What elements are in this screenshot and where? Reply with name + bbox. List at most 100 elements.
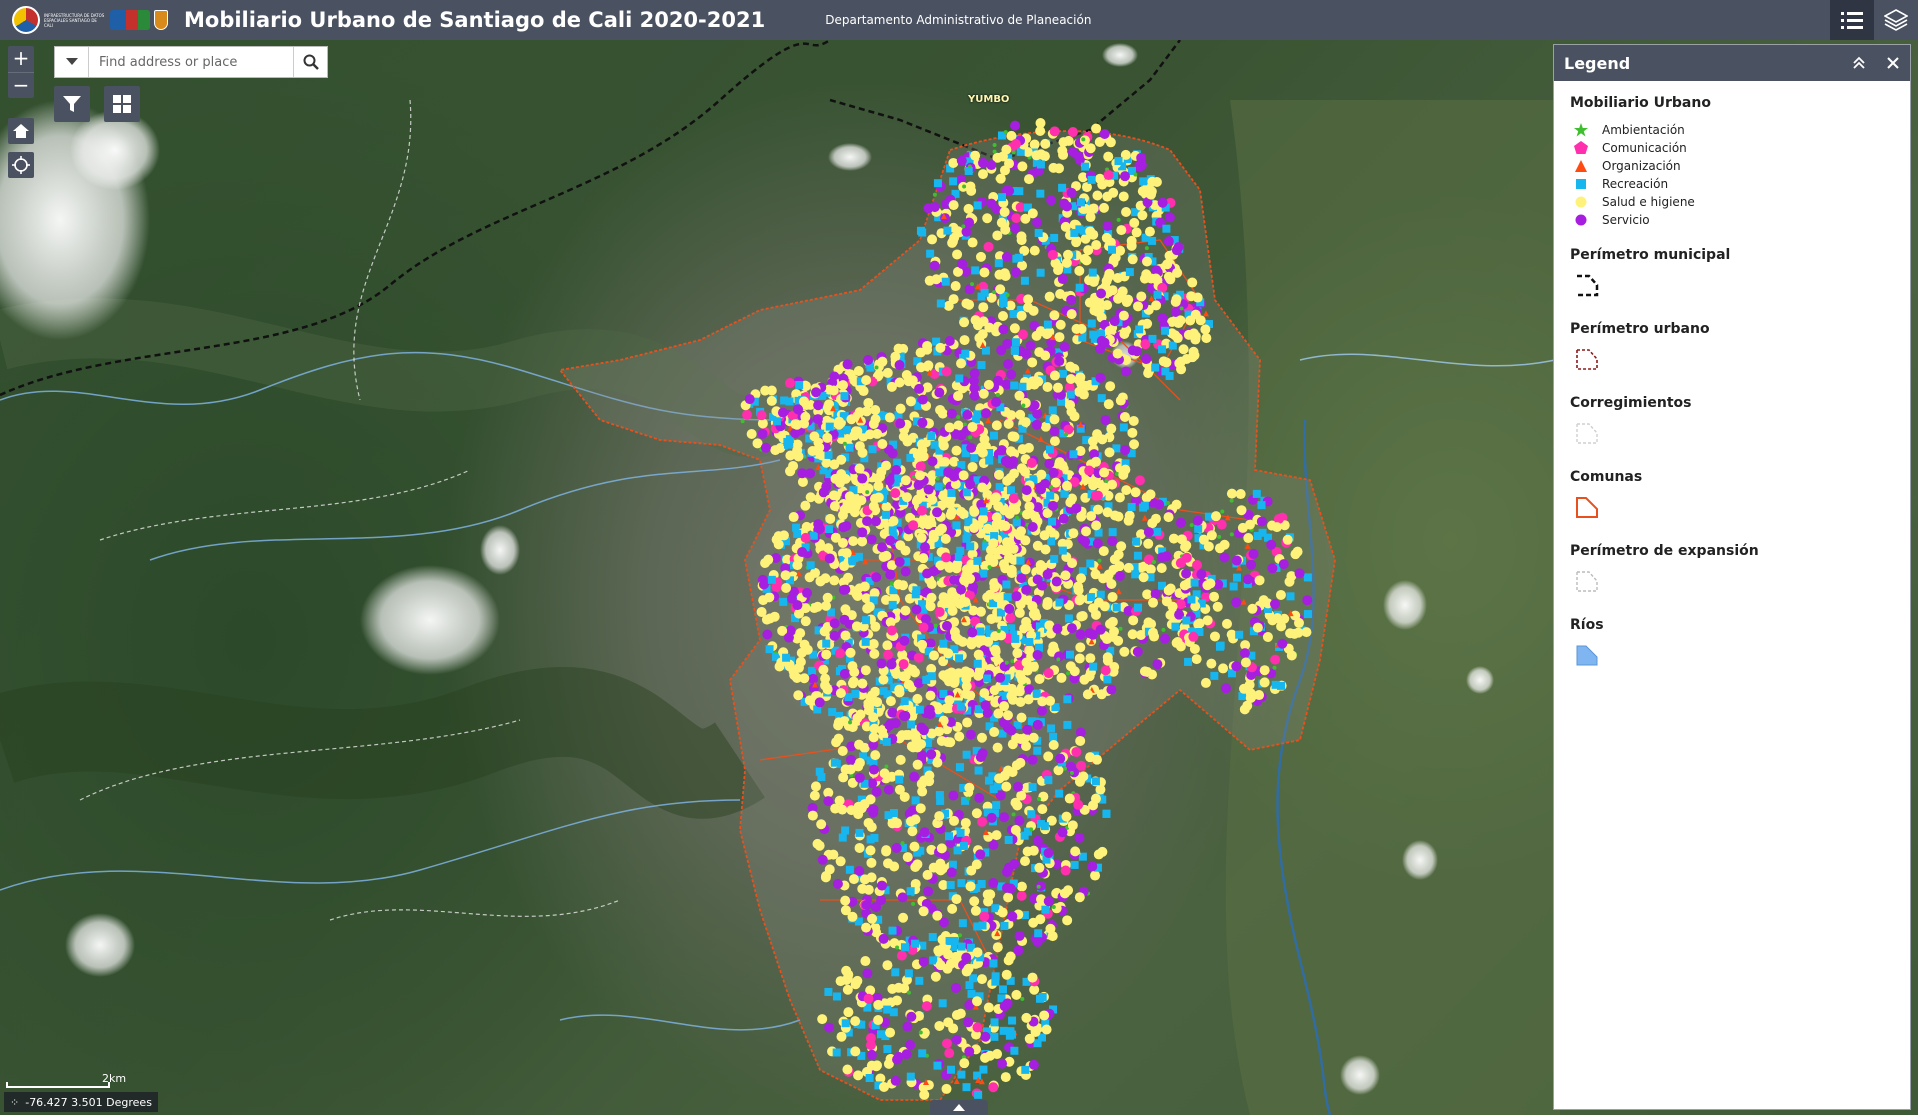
map-feature-point[interactable] [1061, 811, 1072, 822]
map-feature-point[interactable] [1141, 492, 1152, 503]
map-feature-point[interactable] [918, 906, 929, 917]
map-feature-point[interactable] [1070, 846, 1081, 857]
map-feature-point[interactable] [882, 367, 893, 378]
map-feature-point[interactable] [951, 445, 962, 456]
map-feature-point[interactable] [1036, 484, 1047, 495]
map-feature-point[interactable] [911, 796, 920, 805]
map-feature-point[interactable] [966, 442, 977, 453]
map-feature-point[interactable] [1058, 546, 1067, 555]
map-feature-point[interactable] [918, 725, 929, 736]
map-feature-point[interactable] [758, 595, 769, 606]
map-feature-point[interactable] [898, 659, 909, 670]
map-feature-point[interactable] [1023, 442, 1034, 453]
map-feature-point[interactable] [829, 630, 840, 641]
map-feature-point[interactable] [1290, 549, 1301, 560]
map-feature-point[interactable] [815, 767, 824, 776]
map-feature-point[interactable] [928, 566, 939, 577]
map-feature-point[interactable] [954, 731, 965, 742]
map-feature-point[interactable] [978, 921, 987, 930]
map-feature-point[interactable] [1002, 710, 1013, 721]
map-feature-point[interactable] [834, 416, 845, 427]
map-feature-point[interactable] [843, 572, 854, 583]
map-feature-point[interactable] [907, 720, 916, 729]
map-feature-point[interactable] [1071, 323, 1082, 334]
map-feature-point[interactable] [963, 1017, 974, 1028]
map-feature-point[interactable] [1007, 911, 1018, 922]
map-feature-point[interactable] [953, 391, 964, 402]
map-feature-point[interactable] [1060, 865, 1071, 876]
map-feature-point[interactable] [1051, 905, 1056, 910]
map-feature-point[interactable] [1131, 570, 1140, 579]
map-feature-point[interactable] [1187, 595, 1196, 604]
map-feature-point[interactable] [924, 275, 935, 286]
map-feature-point[interactable] [1100, 665, 1111, 676]
map-feature-point[interactable] [907, 375, 918, 386]
map-feature-point[interactable] [1006, 725, 1017, 736]
map-feature-point[interactable] [1069, 666, 1080, 677]
map-feature-point[interactable] [854, 842, 865, 853]
map-feature-point[interactable] [828, 708, 837, 717]
map-feature-point[interactable] [1049, 436, 1060, 447]
map-feature-point[interactable] [1035, 914, 1046, 925]
map-feature-point[interactable] [977, 169, 988, 180]
map-feature-point[interactable] [1162, 224, 1171, 233]
map-feature-point[interactable] [921, 1001, 932, 1012]
map-feature-point[interactable] [1042, 569, 1053, 580]
map-feature-point[interactable] [1099, 467, 1110, 478]
map-feature-point[interactable] [839, 668, 850, 679]
map-feature-point[interactable] [1019, 856, 1030, 867]
map-feature-point[interactable] [889, 581, 894, 586]
map-feature-point[interactable] [950, 982, 961, 993]
map-feature-point[interactable] [912, 859, 923, 870]
map-feature-point[interactable] [966, 542, 975, 551]
map-feature-point[interactable] [944, 562, 955, 573]
map-feature-point[interactable] [971, 808, 982, 819]
map-feature-point[interactable] [1181, 568, 1192, 579]
map-feature-point[interactable] [857, 473, 868, 484]
map-feature-point[interactable] [838, 772, 849, 783]
map-feature-point[interactable] [1076, 511, 1087, 522]
map-feature-point[interactable] [1086, 593, 1095, 602]
map-feature-point[interactable] [918, 451, 929, 462]
map-feature-point[interactable] [947, 903, 958, 914]
map-feature-point[interactable] [810, 781, 821, 792]
map-feature-point[interactable] [972, 947, 983, 958]
map-feature-point[interactable] [877, 356, 888, 367]
map-feature-point[interactable] [1041, 905, 1050, 914]
map-feature-point[interactable] [1066, 671, 1071, 676]
attribute-table-toggle[interactable] [930, 1100, 988, 1115]
map-feature-point[interactable] [1090, 609, 1101, 620]
map-feature-point[interactable] [1014, 930, 1025, 941]
map-feature-point[interactable] [848, 557, 857, 566]
map-feature-point[interactable] [841, 965, 852, 976]
map-feature-point[interactable] [1170, 296, 1181, 307]
map-feature-point[interactable] [898, 912, 909, 923]
map-feature-point[interactable] [879, 1081, 890, 1092]
map-feature-point[interactable] [1074, 892, 1085, 903]
map-feature-point[interactable] [948, 815, 959, 826]
map-feature-point[interactable] [1097, 434, 1108, 445]
map-feature-point[interactable] [1248, 548, 1259, 559]
map-feature-point[interactable] [944, 1048, 955, 1059]
map-feature-point[interactable] [1090, 490, 1101, 501]
map-feature-point[interactable] [1048, 406, 1057, 415]
map-feature-point[interactable] [1020, 417, 1031, 428]
map-feature-point[interactable] [1027, 972, 1038, 983]
map-feature-point[interactable] [1023, 302, 1034, 313]
map-feature-point[interactable] [950, 281, 961, 292]
map-feature-point[interactable] [1056, 657, 1061, 662]
map-feature-point[interactable] [934, 387, 945, 398]
map-feature-point[interactable] [882, 510, 891, 519]
map-feature-point[interactable] [1116, 217, 1121, 222]
map-feature-point[interactable] [991, 977, 1000, 986]
map-feature-point[interactable] [1103, 569, 1114, 580]
map-feature-point[interactable] [982, 889, 993, 900]
map-feature-point[interactable] [1195, 315, 1206, 326]
map-feature-point[interactable] [825, 525, 834, 534]
map-feature-point[interactable] [791, 419, 802, 430]
map-feature-point[interactable] [822, 684, 833, 695]
map-feature-point[interactable] [964, 668, 975, 679]
map-feature-point[interactable] [952, 249, 963, 260]
map-feature-point[interactable] [996, 445, 1007, 456]
map-feature-point[interactable] [956, 702, 965, 711]
